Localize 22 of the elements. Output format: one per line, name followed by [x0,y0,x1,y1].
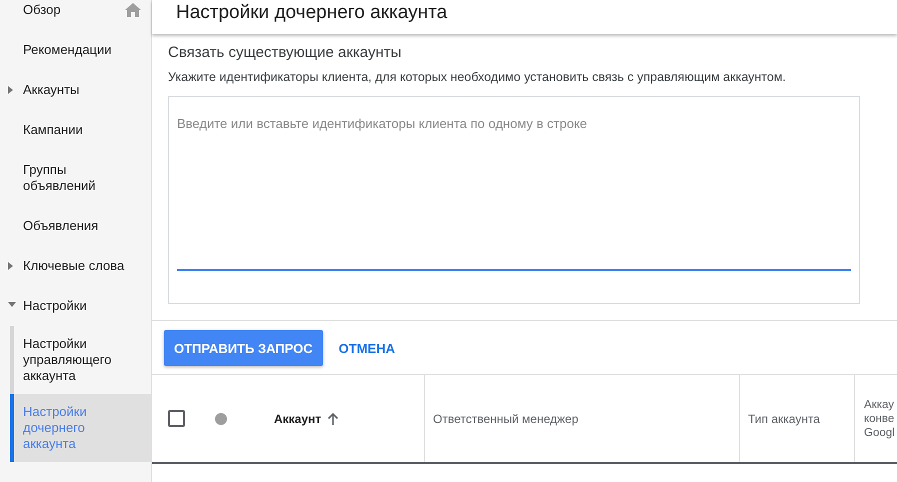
column-header[interactable]: Тип аккаунта [748,412,820,426]
submit-button[interactable]: ОТПРАВИТЬ ЗАПРОС [164,330,323,366]
sidebar-item[interactable]: Ключевые слова [0,246,151,286]
sidebar-item[interactable]: Кампании [0,110,151,150]
sort-arrow-icon [327,412,340,424]
column-header[interactable]: Аккаунт [274,412,340,426]
sidebar-item[interactable]: Обзор [0,0,151,30]
status-dot-icon [215,412,227,424]
sidebar-item[interactable]: Объявления [0,206,151,246]
sidebar-item[interactable]: Группы объявлений [0,150,151,206]
cancel-button[interactable]: ОТМЕНА [328,330,405,366]
page-title: Настройки дочернего аккаунта [176,1,448,25]
column-header[interactable]: Ответственный менеджер [433,412,578,426]
column-header[interactable]: Аккау конве Googl [864,398,897,440]
section-description: Укажите идентификаторы клиента, для которых необходимо установить связь с управляющим аккаунтом. [168,70,787,84]
customer-id-field[interactable]: Введите или вставьте идентификаторы клиента по одному в строке [168,96,860,304]
home-icon [125,3,141,17]
select-all-checkbox[interactable] [168,410,185,427]
sidebar-item[interactable]: Рекомендации [0,30,151,70]
section-heading: Связать существующие аккаунты [168,44,402,61]
sidebar-item[interactable]: Аккаунты [0,70,151,110]
sidebar-item[interactable]: Настройки [0,286,151,326]
